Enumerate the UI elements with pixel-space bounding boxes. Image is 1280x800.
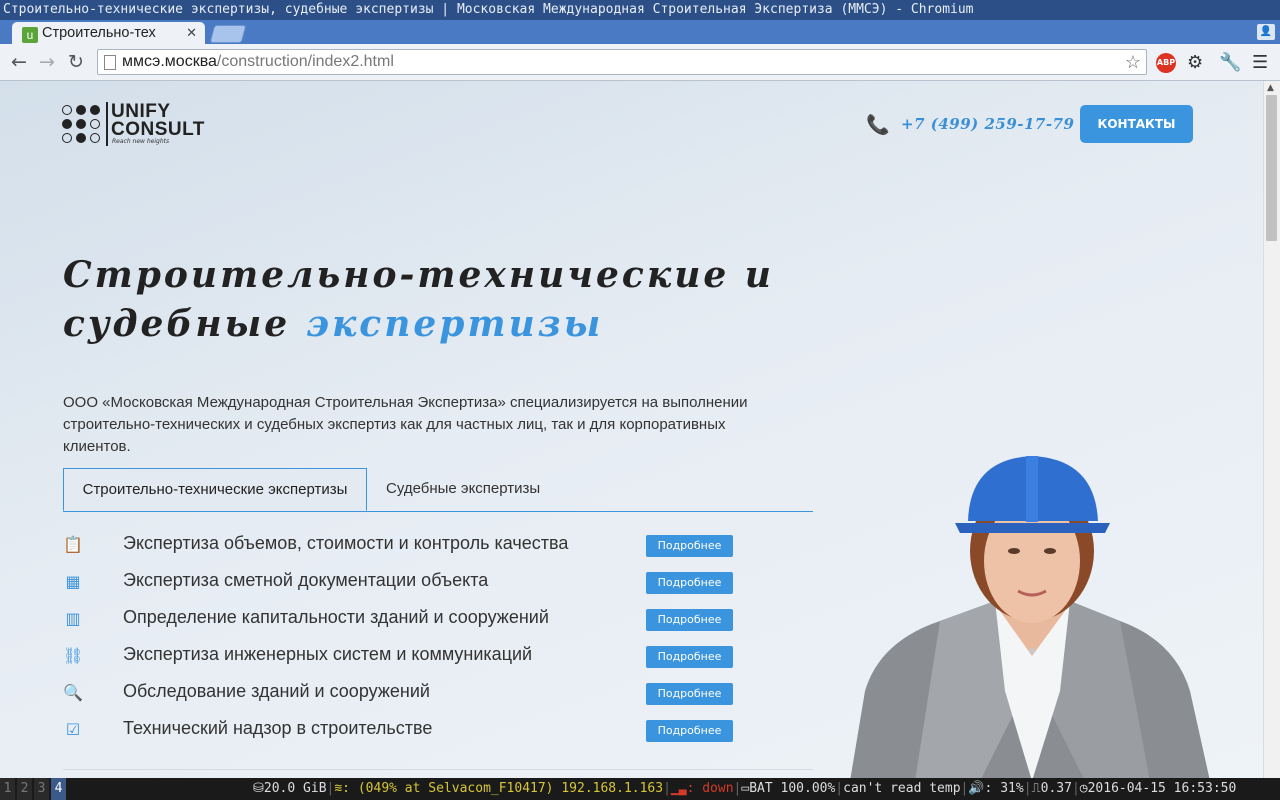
- new-tab-button[interactable]: [209, 25, 247, 43]
- network-icon: ⛓: [63, 646, 84, 665]
- bookmark-star-icon[interactable]: ☆: [1125, 50, 1141, 74]
- list-item: ▥ Определение капитальности зданий и соо…: [63, 606, 743, 632]
- buildings-icon: ▥: [65, 609, 81, 628]
- more-button[interactable]: Подробнее: [646, 646, 733, 668]
- wifi-icon: ≋:: [334, 781, 358, 796]
- volume-level: 31%: [1000, 781, 1024, 796]
- workspace-1[interactable]: 1: [0, 778, 15, 800]
- more-button[interactable]: Подробнее: [646, 535, 733, 557]
- intro-paragraph: ООО «Московская Международная Строительн…: [63, 394, 748, 455]
- browser-toolbar: ← → ↻ ммсэ.москва/construction/index2.ht…: [0, 44, 1280, 81]
- wrench-icon[interactable]: 🔧: [1219, 52, 1241, 73]
- system-statusbar: 1234 ⛁20.0 GiB|≋: (049% at Selvacom_F104…: [0, 778, 1280, 800]
- clipboard-icon: 📋: [63, 535, 83, 554]
- list-item: 📋 Экспертиза объемов, стоимости и контро…: [63, 532, 743, 558]
- headline-accent: экспертизы: [305, 303, 604, 345]
- volume-icon: 🔊:: [968, 781, 1001, 796]
- battery-status: BAT 100.00%: [749, 781, 836, 796]
- address-bar[interactable]: ммсэ.москва/construction/index2.html ☆: [97, 49, 1147, 75]
- tab-forensic-expertise[interactable]: Судебные экспертизы: [386, 468, 540, 511]
- tab-construction-expertise[interactable]: Строительно-технические экспертизы: [63, 468, 367, 511]
- calculator-icon: ▦: [65, 572, 81, 591]
- network-status: down: [702, 781, 734, 796]
- load-average: 0.37: [1040, 781, 1072, 796]
- service-label[interactable]: Экспертиза объемов, стоимости и контроль…: [123, 533, 568, 554]
- close-tab-icon[interactable]: ✕: [186, 25, 197, 41]
- forward-icon[interactable]: →: [36, 51, 58, 73]
- more-button[interactable]: Подробнее: [646, 720, 733, 742]
- service-label[interactable]: Экспертиза сметной документации объекта: [123, 570, 488, 591]
- workspace-2[interactable]: 2: [17, 778, 32, 800]
- clock-icon: ◷: [1079, 781, 1088, 796]
- user-profile-icon[interactable]: 👤: [1257, 24, 1275, 40]
- divider: [63, 769, 813, 770]
- list-item: ▦ Экспертиза сметной документации объект…: [63, 569, 743, 595]
- service-label[interactable]: Экспертиза инженерных систем и коммуника…: [123, 644, 532, 665]
- service-label[interactable]: Определение капитальности зданий и соору…: [123, 607, 549, 628]
- phone-icon: 📞: [866, 114, 890, 136]
- tab-strip: u Строительно-тех ✕ 👤: [0, 20, 1280, 46]
- scrollbar-thumb[interactable]: [1266, 95, 1277, 241]
- list-item: 🔍 Обследование зданий и сооружений Подро…: [63, 680, 743, 706]
- tab-title: Строительно-тех: [42, 25, 156, 41]
- service-label[interactable]: Обследование зданий и сооружений: [123, 681, 430, 702]
- engineer-woman-image: [850, 456, 1210, 778]
- workspace-4[interactable]: 4: [51, 778, 66, 800]
- load-icon: ⎍: [1031, 781, 1041, 796]
- network-icon: ▁▃:: [670, 781, 703, 796]
- service-label[interactable]: Технический надзор в строительстве: [123, 718, 432, 739]
- favicon-icon: u: [22, 27, 38, 43]
- checkbox-icon: ☑: [65, 720, 81, 739]
- page-headline: Строительно-технические и судебные экспе…: [63, 251, 823, 349]
- window-title: Строительно-технические экспертизы, суде…: [3, 2, 974, 17]
- more-button[interactable]: Подробнее: [646, 572, 733, 594]
- datetime: 2016-04-15 16:53:50: [1087, 781, 1237, 796]
- page-icon: [104, 55, 116, 70]
- contacts-button[interactable]: КОНТАКТЫ: [1080, 105, 1193, 143]
- url-path: /construction/index2.html: [216, 53, 394, 70]
- disk-usage: 20.0 GiB: [263, 781, 327, 796]
- search-icon: 🔍: [63, 683, 83, 702]
- back-icon[interactable]: ←: [8, 51, 30, 73]
- wifi-status: (049% at Selvacom_F10417) 192.168.1.163: [357, 781, 664, 796]
- window-titlebar: Строительно-технические экспертизы, суде…: [0, 0, 1280, 20]
- temperature-status: can't read temp: [843, 781, 961, 796]
- gear-icon[interactable]: ⚙: [1187, 52, 1203, 73]
- phone-number[interactable]: +7 (499) 259-17-79: [901, 115, 1074, 133]
- page-scrollbar[interactable]: ▲: [1263, 81, 1280, 778]
- list-item: ⛓ Экспертиза инженерных систем и коммуни…: [63, 643, 743, 669]
- workspace-3[interactable]: 3: [34, 778, 49, 800]
- service-tabs: Строительно-технические экспертизы Судеб…: [63, 468, 813, 512]
- reload-icon[interactable]: ↻: [65, 51, 87, 73]
- page-viewport: UNIFY CONSULT Reach new heights 📞 +7 (49…: [0, 81, 1263, 778]
- logo-dots-icon: [62, 105, 104, 145]
- adblock-icon[interactable]: ABP: [1156, 53, 1176, 73]
- menu-icon[interactable]: ☰: [1252, 52, 1268, 73]
- list-item: ☑ Технический надзор в строительстве Под…: [63, 717, 743, 743]
- more-button[interactable]: Подробнее: [646, 683, 733, 705]
- logo-tagline: Reach new heights: [112, 138, 170, 145]
- browser-tab[interactable]: u Строительно-тех ✕: [12, 22, 205, 46]
- site-logo[interactable]: UNIFY CONSULT Reach new heights: [62, 101, 217, 148]
- scroll-up-icon[interactable]: ▲: [1267, 83, 1274, 93]
- disk-icon: ⛁: [253, 781, 264, 796]
- url-host: ммсэ.москва: [122, 53, 217, 70]
- more-button[interactable]: Подробнее: [646, 609, 733, 631]
